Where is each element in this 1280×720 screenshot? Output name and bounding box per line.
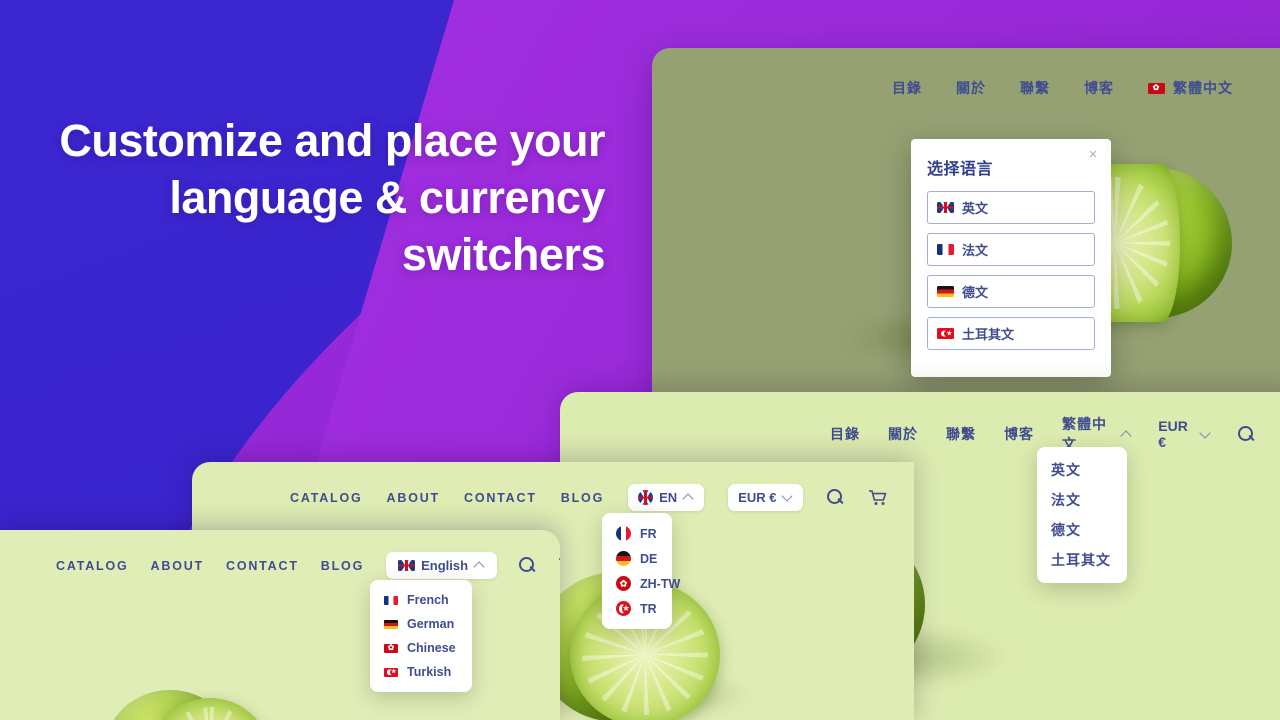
language-dropdown-third: FR DE ZH-TW TR (602, 513, 680, 629)
cart-icon[interactable] (868, 489, 887, 506)
language-selector-english[interactable]: English (386, 552, 498, 579)
nav-blog[interactable]: 博客 (1004, 424, 1034, 444)
dropdown-item-fr[interactable]: FR (602, 521, 672, 546)
language-selector-label: English (421, 558, 469, 573)
nav-about[interactable]: ABOUT (387, 491, 440, 505)
dropdown-item-label: 德文 (1051, 522, 1081, 538)
close-icon[interactable]: × (1085, 147, 1101, 163)
uk-flag-icon (638, 490, 654, 505)
modal-option-english[interactable]: 英文 (927, 191, 1095, 224)
cn-flag-icon (616, 576, 631, 591)
nav-catalog[interactable]: 目錄 (892, 78, 922, 98)
nav-contact[interactable]: CONTACT (226, 559, 299, 573)
currency-selector-third[interactable]: EUR € (728, 484, 804, 511)
france-flag-icon (937, 244, 954, 255)
turkey-flag-icon (937, 328, 954, 339)
language-selector-label: 繁體中文 (1173, 80, 1233, 96)
dropdown-item-label: 法文 (1051, 492, 1081, 508)
nav-contact[interactable]: CONTACT (464, 491, 537, 505)
modal-option-label: 英文 (962, 201, 989, 216)
dropdown-item-label: ZH-TW (640, 576, 681, 591)
dropdown-item-english[interactable]: 英文 (1037, 455, 1127, 485)
dropdown-item-label: FR (640, 526, 657, 541)
france-flag-icon (616, 526, 631, 541)
dropdown-item-chinese[interactable]: Chinese (370, 636, 472, 660)
cn-flag-icon (1148, 82, 1165, 94)
currency-selector-chinese[interactable]: EUR € (1158, 418, 1210, 450)
dropdown-item-turkish[interactable]: Turkish (370, 660, 472, 684)
dropdown-item-french[interactable]: French (370, 588, 472, 612)
language-dropdown-english: French German Chinese Turkish (370, 580, 472, 692)
germany-flag-icon (384, 619, 398, 629)
chevron-up-icon (1121, 429, 1131, 440)
nav-catalog[interactable]: CATALOG (290, 491, 363, 505)
nav-blog[interactable]: 博客 (1084, 78, 1114, 98)
dropdown-item-tr[interactable]: TR (602, 596, 672, 621)
dropdown-item-label: French (407, 593, 449, 607)
chevron-down-icon (782, 492, 793, 503)
dropdown-item-turkish[interactable]: 土耳其文 (1037, 545, 1127, 575)
modal-option-turkish[interactable]: 土耳其文 (927, 317, 1095, 350)
dropdown-item-label: DE (640, 551, 658, 566)
storefront-preview-english: CATALOG ABOUT CONTACT BLOG English Frenc… (0, 530, 560, 720)
dropdown-item-german[interactable]: German (370, 612, 472, 636)
language-dropdown-chinese: 英文 法文 德文 土耳其文 (1037, 447, 1127, 583)
nav-about[interactable]: 關於 (956, 78, 986, 98)
nav-about[interactable]: 關於 (888, 424, 918, 444)
language-modal: × 选择语言 英文 法文 德文 土耳其文 (911, 139, 1111, 377)
nav-blog[interactable]: BLOG (561, 491, 604, 505)
search-icon[interactable] (1237, 425, 1253, 443)
chevron-up-icon (683, 492, 694, 503)
chevron-down-icon (1200, 429, 1210, 440)
turkey-flag-icon (616, 601, 631, 616)
nav-catalog[interactable]: 目錄 (830, 424, 860, 444)
modal-title: 选择语言 (927, 161, 994, 178)
uk-flag-icon (937, 202, 954, 213)
nav-blog[interactable]: BLOG (321, 559, 364, 573)
navbar-third: CATALOG ABOUT CONTACT BLOG EN EUR € (290, 484, 887, 511)
modal-option-label: 德文 (962, 285, 989, 300)
navbar-english: CATALOG ABOUT CONTACT BLOG English (56, 552, 560, 579)
nav-about[interactable]: ABOUT (151, 559, 204, 573)
uk-flag-icon (398, 560, 416, 571)
modal-option-french[interactable]: 法文 (927, 233, 1095, 266)
chevron-up-icon (474, 560, 485, 571)
france-flag-icon (384, 595, 398, 605)
dropdown-item-label: 英文 (1051, 462, 1081, 478)
dropdown-item-label: Turkish (407, 665, 452, 679)
modal-option-german[interactable]: 德文 (927, 275, 1095, 308)
language-selector-label: EN (659, 490, 678, 505)
search-icon[interactable] (827, 489, 844, 506)
modal-option-label: 土耳其文 (962, 327, 1015, 342)
cn-flag-icon (384, 643, 398, 653)
search-icon[interactable] (519, 557, 536, 574)
language-selector-third[interactable]: EN (628, 484, 705, 511)
dropdown-item-label: TR (640, 601, 657, 616)
cart-icon[interactable] (558, 557, 560, 574)
nav-contact[interactable]: 聯繫 (946, 424, 976, 444)
dropdown-item-french[interactable]: 法文 (1037, 485, 1127, 515)
nav-contact[interactable]: 聯繫 (1020, 78, 1050, 98)
nav-catalog[interactable]: CATALOG (56, 559, 129, 573)
dropdown-item-de[interactable]: DE (602, 546, 672, 571)
germany-flag-icon (616, 551, 631, 566)
dropdown-item-label: Chinese (407, 641, 456, 655)
modal-option-label: 法文 (962, 243, 989, 258)
dropdown-item-label: German (407, 617, 455, 631)
currency-selector-label: EUR € (738, 490, 777, 505)
dropdown-item-german[interactable]: 德文 (1037, 515, 1127, 545)
navbar-sage: 目錄 關於 聯繫 博客 繁體中文 (892, 78, 1233, 98)
currency-selector-label: EUR € (1158, 418, 1188, 450)
dropdown-item-label: 土耳其文 (1051, 552, 1111, 568)
turkey-flag-icon (384, 667, 398, 677)
language-selector-sage[interactable]: 繁體中文 (1148, 78, 1233, 98)
germany-flag-icon (937, 286, 954, 297)
dropdown-item-zh-tw[interactable]: ZH-TW (602, 571, 680, 596)
page-title: Customize and place your language & curr… (59, 115, 605, 280)
